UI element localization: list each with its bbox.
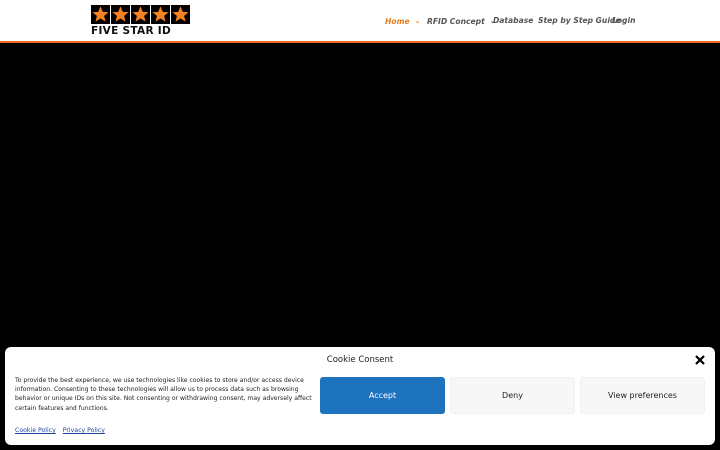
privacy-policy-link[interactable]: Privacy Policy: [63, 427, 105, 434]
cookie-policy-link[interactable]: Cookie Policy: [15, 427, 56, 434]
cookie-message: To provide the best experience, we use t…: [15, 377, 312, 412]
accept-button[interactable]: Accept: [320, 377, 445, 414]
nav-item-rfid-concept[interactable]: RFID Concept ⌄: [427, 15, 496, 28]
nav-item-login[interactable]: Login: [612, 15, 636, 27]
nav-item-label: Home: [385, 17, 410, 26]
chevron-down-icon: ⌄: [414, 17, 421, 25]
nav-item-label: Login: [612, 16, 636, 25]
deny-button[interactable]: Deny: [450, 377, 575, 414]
nav-item-label: RFID Concept: [427, 17, 485, 26]
nav-item-label: Step by Step Guide: [538, 16, 621, 25]
site-header: FIVE STAR ID Home ⌄ RFID Concept ⌄ Databas…: [0, 0, 720, 43]
nav-item-label: Database: [493, 16, 534, 25]
nav-item-database[interactable]: Database: [493, 15, 533, 27]
close-icon: [695, 355, 705, 365]
cookie-banner: Cookie Consent To provide the best exper…: [5, 347, 715, 445]
close-button[interactable]: [693, 353, 707, 367]
nav-item-step-by-step-guide[interactable]: Step by Step Guide: [538, 15, 621, 27]
cookie-title: Cookie Consent: [326, 355, 394, 365]
view-preferences-button[interactable]: View preferences: [580, 377, 705, 414]
nav-item-home[interactable]: Home ⌄: [385, 15, 421, 28]
policy-links: Cookie Policy Privacy Policy: [15, 427, 110, 434]
main-nav: Home ⌄ RFID Concept ⌄ Database Step by Ste…: [0, 15, 720, 29]
